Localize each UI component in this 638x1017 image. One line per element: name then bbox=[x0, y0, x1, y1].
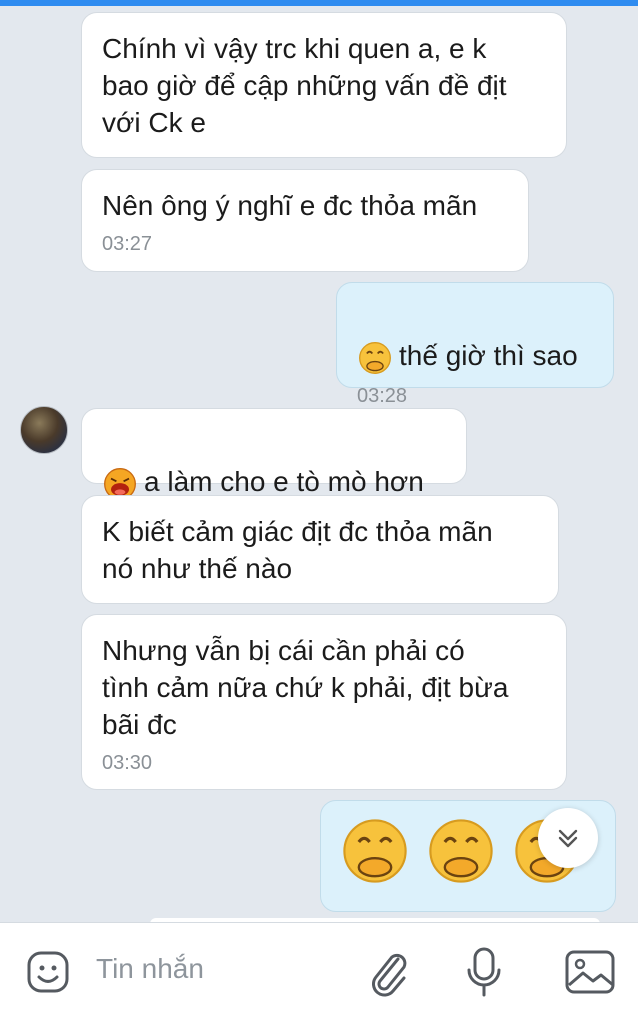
status-bar bbox=[0, 0, 638, 6]
thinking-face-icon bbox=[429, 819, 493, 883]
attach-icon[interactable] bbox=[364, 947, 412, 997]
message-input[interactable]: Tin nhắn bbox=[96, 953, 204, 985]
message-bubble-incoming[interactable]: Nhưng vẫn bị cái cần phải có tình cảm nữ… bbox=[81, 614, 567, 790]
scroll-to-bottom-button[interactable] bbox=[538, 808, 598, 868]
message-text: Nên ông ý nghĩ e đc thỏa mãn bbox=[102, 190, 478, 221]
message-time: 03:30 bbox=[102, 752, 153, 774]
message-time: 03:27 bbox=[102, 233, 153, 255]
message-bubble-outgoing[interactable]: thế giờ thì sao 03:28 bbox=[336, 282, 614, 407]
message-input-bar: Tin nhắn bbox=[0, 922, 638, 1017]
message-time: 03:28 bbox=[357, 384, 408, 407]
message-text: K biết cảm giác địt đc thỏa mãn nó như t… bbox=[102, 516, 493, 584]
image-icon[interactable] bbox=[564, 949, 616, 995]
message-bubble-incoming[interactable]: Nên ông ý nghĩ e đc thỏa mãn 03:27 bbox=[81, 169, 529, 272]
avatar[interactable] bbox=[20, 406, 68, 454]
message-text: a làm cho e tò mò hơn bbox=[144, 466, 424, 497]
message-bubble-incoming[interactable]: a làm cho e tò mò hơn bbox=[81, 408, 467, 500]
sticker-icon[interactable] bbox=[24, 948, 72, 996]
thinking-face-icon bbox=[359, 341, 391, 374]
message-bubble-incoming[interactable]: K biết cảm giác địt đc thỏa mãn nó như t… bbox=[81, 495, 559, 604]
message-text: thế giờ thì sao bbox=[399, 340, 578, 371]
double-chevron-down-icon bbox=[558, 829, 578, 848]
message-text: Chính vì vậy trc khi quen a, e k bao giờ… bbox=[102, 33, 507, 138]
microphone-icon[interactable] bbox=[462, 945, 506, 999]
message-bubble-incoming[interactable]: Chính vì vậy trc khi quen a, e k bao giờ… bbox=[81, 12, 567, 158]
thinking-face-icon bbox=[343, 819, 407, 883]
message-text: Nhưng vẫn bị cái cần phải có tình cảm nữ… bbox=[102, 635, 509, 740]
